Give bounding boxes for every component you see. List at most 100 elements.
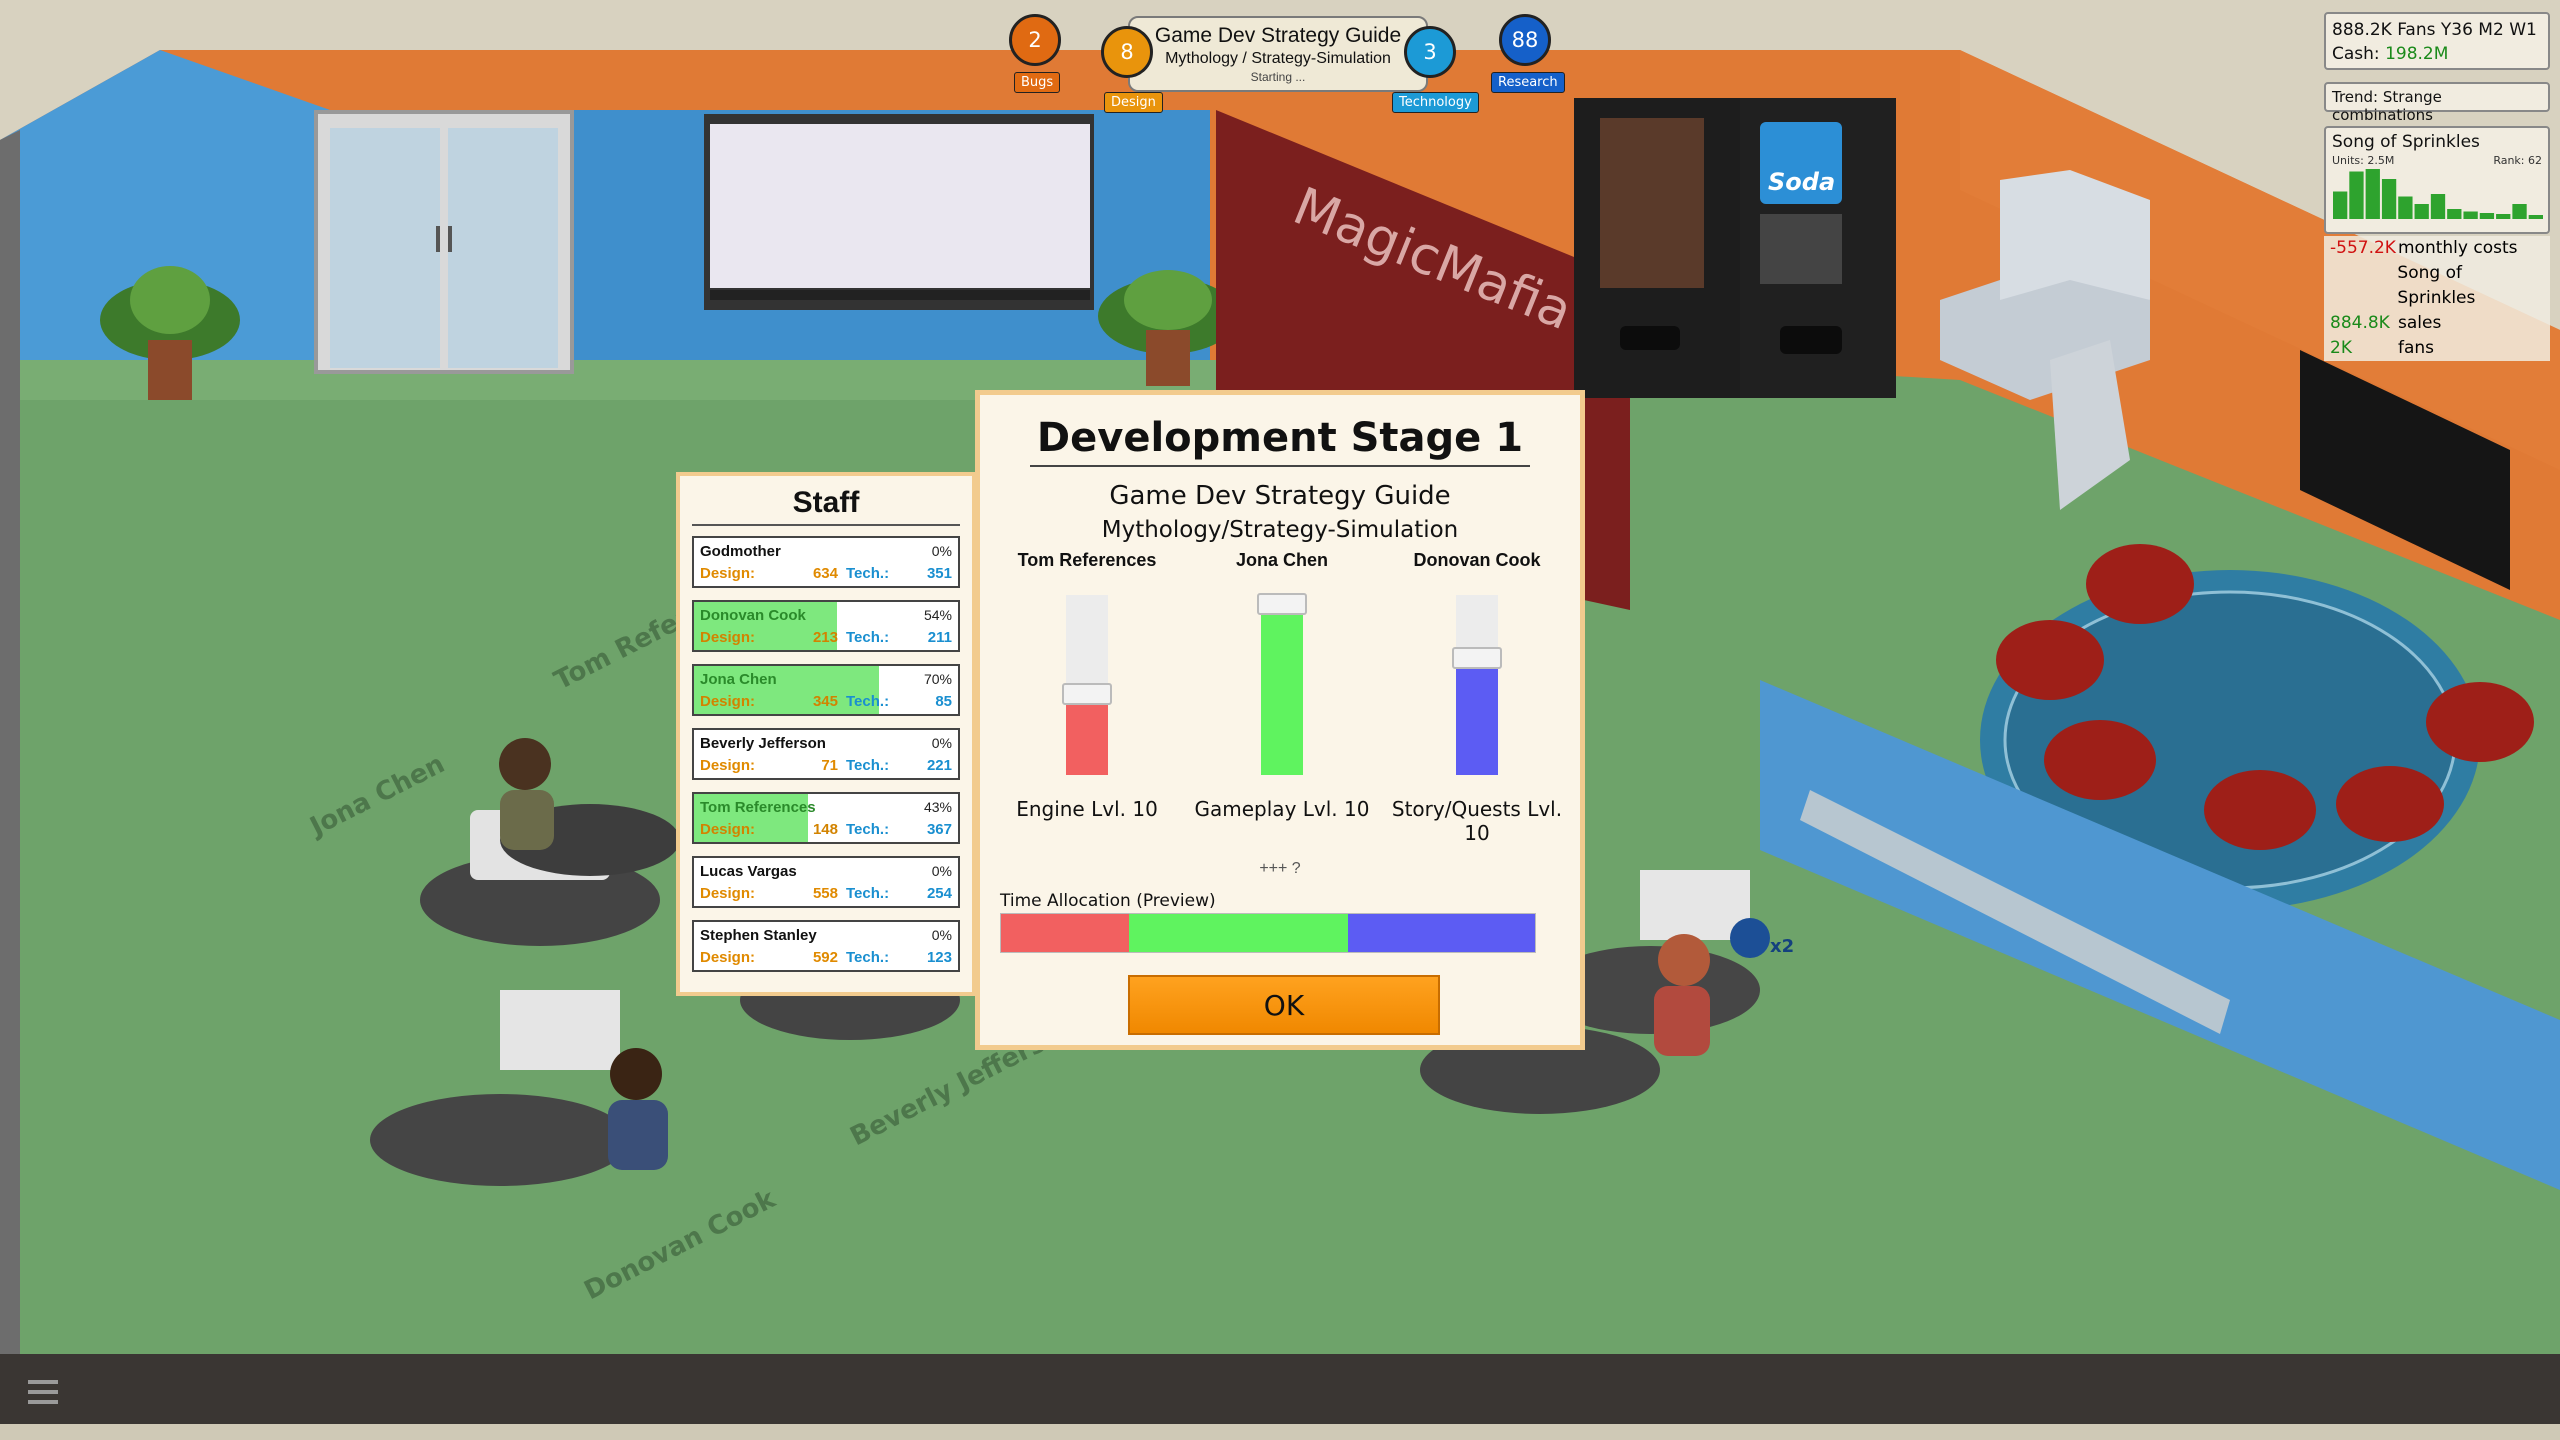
finance-row: Song of Sprinkles [2330,261,2544,311]
staff-design-label: Design: [700,885,756,902]
sales-bar [2463,211,2478,219]
finance-row: 884.8K sales [2330,311,2544,336]
staff-card[interactable]: Tom References 43% Design: 148 Tech.: 367 [692,792,960,844]
staff-name: Donovan Cook [700,607,806,624]
finance-summary: -557.2K monthly costs Song of Sprinkles 884… [2324,236,2550,361]
vending-machines: Soda [1574,98,1896,398]
project-title: Game Dev Strategy Guide [1154,24,1402,47]
focus-slider[interactable] [1257,593,1307,775]
staff-tech-label: Tech.: [846,565,890,582]
slider-area-label: Gameplay Lvl. 10 [1194,797,1370,821]
whiteboard [704,114,1094,310]
slider-area-label: Story/Quests Lvl. 10 [1391,797,1563,845]
sales-bar [2398,196,2413,219]
design-counter[interactable]: 8 [1101,26,1153,78]
staff-tech-value: 211 [927,629,952,646]
fans-cash-box[interactable]: 888.2K Fans Y36 M2 W1 Cash: 198.2M [2324,12,2550,70]
staff-card[interactable]: Stephen Stanley 0% Design: 592 Tech.: 123 [692,920,960,972]
project-status-text: Starting ... [1250,70,1306,84]
sales-chart [2333,169,2543,219]
slider-assignee: Tom References [1017,550,1157,570]
focus-slider[interactable] [1452,595,1502,775]
research-counter[interactable]: 88 [1499,14,1551,66]
sales-bar [2414,204,2429,219]
boost-icon[interactable] [1730,918,1770,958]
staff-title-divider [692,524,960,526]
staff-card[interactable]: Godmother 0% Design: 634 Tech.: 351 [692,536,960,588]
bugs-label: Bugs [1014,72,1061,93]
allocation-segment [1001,914,1130,952]
technology-counter[interactable]: 3 [1404,26,1456,78]
slider-handle[interactable] [1452,647,1502,669]
bottom-strip [0,1424,2560,1440]
staff-progress: 0% [931,735,952,751]
rating-hint: +++ ? [1259,860,1301,877]
finance-row: -557.2K monthly costs [2330,236,2544,261]
finance-value: 2K [2330,338,2352,358]
staff-progress: 43% [923,799,952,815]
slider-handle[interactable] [1062,683,1112,705]
boost-label: x2 [1770,936,1794,957]
staff-progress: 0% [931,543,952,559]
staff-card[interactable]: Lucas Vargas 0% Design: 558 Tech.: 254 [692,856,960,908]
staff-design-value: 213 [812,629,838,646]
bugs-counter[interactable]: 2 [1009,14,1061,66]
slider-fill [1456,658,1498,775]
finance-value [2330,261,2397,311]
finance-value: 884.8K [2330,313,2390,333]
focus-slider[interactable] [1062,595,1112,775]
fans-line: 888.2K Fans Y36 M2 W1 [2332,20,2537,40]
staff-tech-label: Tech.: [846,821,890,838]
staff-progress: 70% [923,671,952,687]
dialog-game-title: Game Dev Strategy Guide [1109,481,1451,511]
project-genre: Mythology / Strategy-Simulation [1165,50,1391,67]
bottom-bar [0,1354,2560,1424]
sales-bar [2365,169,2380,219]
staff-card[interactable]: Jona Chen 70% Design: 345 Tech.: 85 [692,664,960,716]
menu-icon[interactable] [28,1380,58,1404]
sales-bar [2381,179,2397,219]
staff-name: Jona Chen [700,671,777,688]
finance-value: -557.2K [2330,238,2396,258]
staff-title: Staff [792,486,860,519]
cash-label: Cash: [2332,44,2380,64]
sales-bar [2430,194,2446,219]
released-game-box[interactable]: Song of Sprinkles Units: 2.5M Rank: 62 [2324,126,2550,234]
allocation-segment [1348,914,1535,952]
staff-tech-value: 367 [926,821,952,838]
staff-design-value: 634 [812,565,838,582]
staff-design-label: Design: [700,565,756,582]
staff-progress: 0% [931,927,952,943]
sales-bar [2447,209,2462,219]
staff-name: Godmother [700,543,781,560]
staff-tech-value: 351 [926,565,952,582]
ok-button[interactable]: OK [1128,975,1440,1035]
staff-name: Beverly Jefferson [700,735,826,752]
staff-name: Lucas Vargas [700,863,797,880]
project-status[interactable]: Game Dev Strategy Guide Mythology / Stra… [1128,16,1428,92]
technology-label: Technology [1392,92,1479,113]
trend-box: Trend: Strange combinations [2324,82,2550,124]
staff-design-label: Design: [700,629,756,646]
staff-card[interactable]: Donovan Cook 54% Design: 213 Tech.: 211 [692,600,960,652]
slider-area-label: Engine Lvl. 10 [1016,797,1158,821]
finance-label: sales [2398,313,2442,333]
staff-tech-label: Tech.: [846,885,890,902]
staff-design-value: 345 [812,693,838,710]
cash-line: Cash: 198.2M [2332,42,2542,66]
staff-card[interactable]: Beverly Jefferson 0% Design: 71 Tech.: 221 [692,728,960,780]
focus-slider-column: Jona Chen Gameplay Lvl. 10 [1187,550,1377,821]
sales-bar [2333,191,2348,219]
time-allocation-bar [1000,913,1536,953]
svg-text:Soda: Soda [1768,168,1835,196]
research-label: Research [1491,72,1565,93]
sales-bar [2528,215,2543,219]
focus-slider-column: Tom References Engine Lvl. 10 [992,550,1182,821]
sales-bar [2349,171,2364,219]
slider-handle[interactable] [1257,593,1307,616]
staff-design-value: 592 [812,949,838,966]
glass-door [314,110,574,374]
staff-name: Stephen Stanley [700,927,817,944]
staff-design-value: 558 [812,885,838,902]
staff-progress: 0% [931,863,952,879]
